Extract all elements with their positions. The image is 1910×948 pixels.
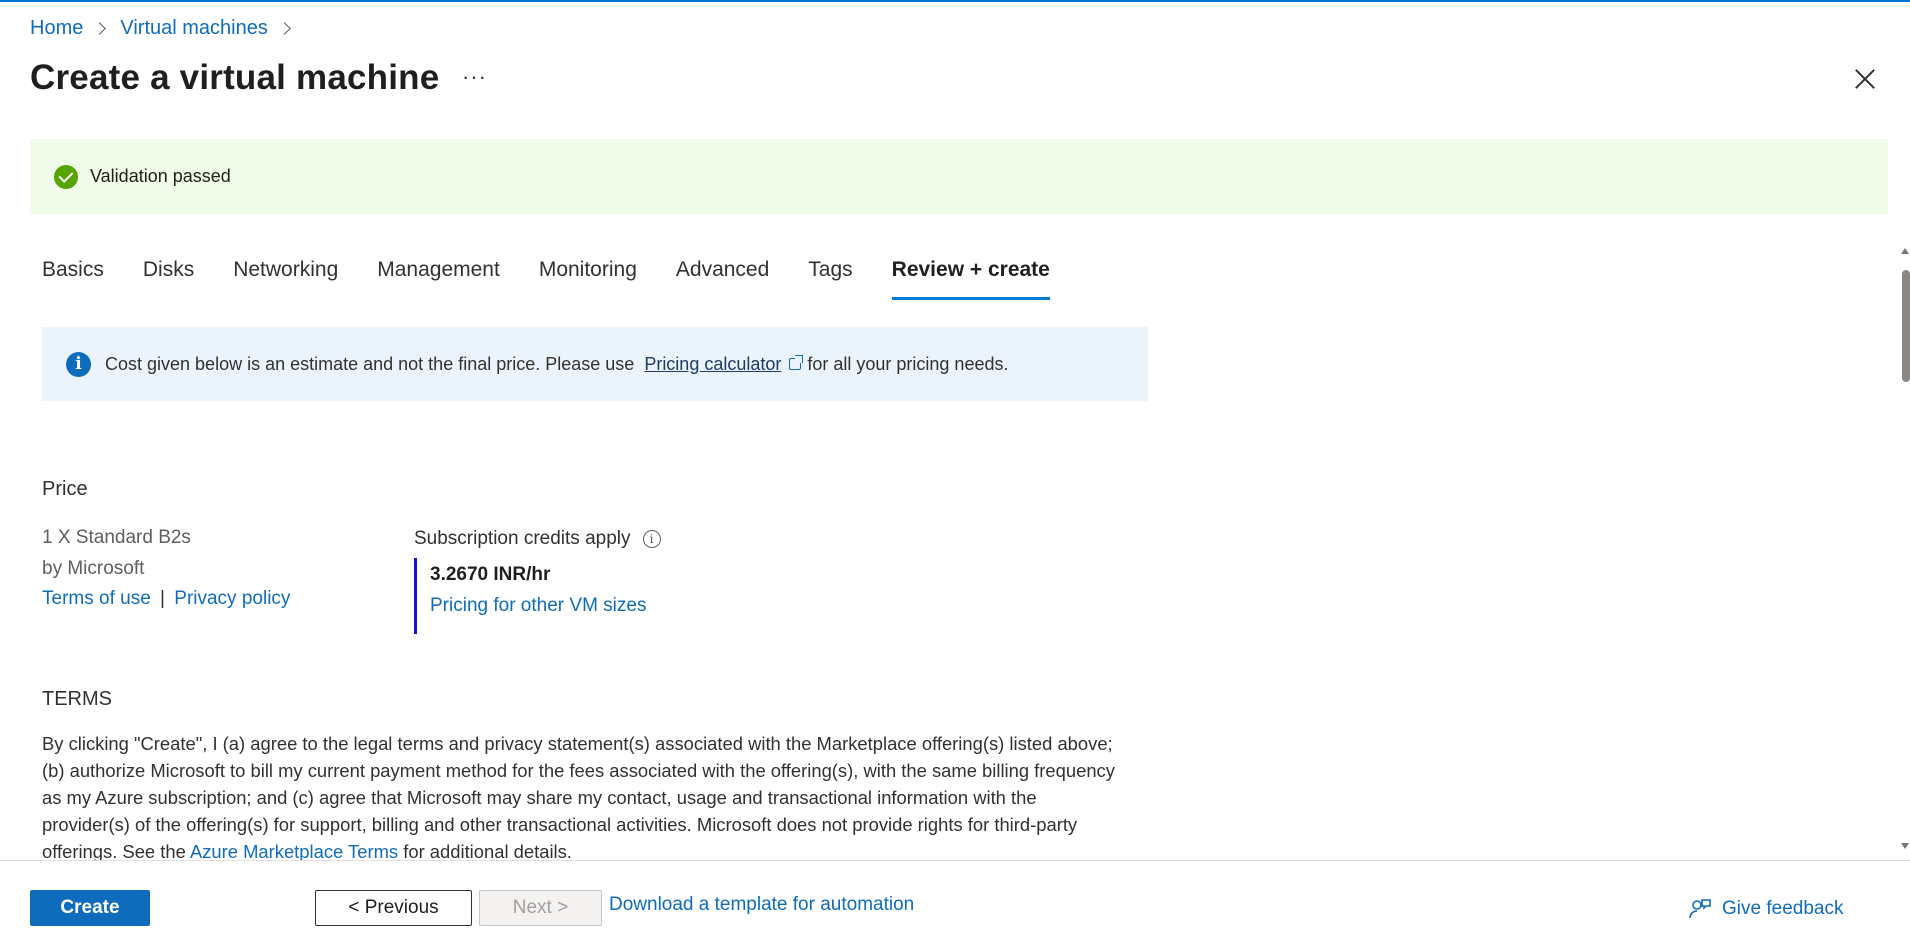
footer-divider: [0, 860, 1910, 861]
validation-banner: Validation passed: [30, 139, 1888, 214]
tab-management[interactable]: Management: [377, 258, 500, 298]
link-separator: |: [160, 588, 165, 609]
give-feedback-button[interactable]: Give feedback: [1688, 897, 1843, 921]
info-text: Cost given below is an estimate and not …: [105, 353, 635, 374]
chevron-right-icon: [277, 22, 291, 35]
other-vm-sizes-link[interactable]: Pricing for other VM sizes: [430, 595, 714, 617]
credits-label: Subscription credits apply: [414, 528, 631, 549]
terms-text: By clicking "Create", I (a) agree to the…: [42, 730, 1122, 860]
validation-message: Validation passed: [90, 166, 231, 186]
previous-button[interactable]: < Previous: [315, 890, 472, 926]
breadcrumb: Home Virtual machines: [30, 17, 305, 40]
chevron-right-icon: [93, 22, 107, 35]
tab-basics[interactable]: Basics: [42, 258, 104, 298]
check-circle-icon: [54, 164, 78, 189]
pricing-info-banner: i Cost given below is an estimate and no…: [42, 327, 1148, 401]
feedback-person-icon: [1689, 899, 1711, 919]
privacy-policy-link[interactable]: Privacy policy: [174, 588, 290, 609]
more-options-button[interactable]: ···: [462, 64, 487, 90]
external-link-icon: [789, 355, 804, 370]
tab-advanced[interactable]: Advanced: [676, 258, 769, 298]
tab-tags[interactable]: Tags: [808, 258, 852, 298]
tab-disks[interactable]: Disks: [143, 258, 194, 298]
breadcrumb-virtual-machines[interactable]: Virtual machines: [120, 17, 267, 40]
give-feedback-label[interactable]: Give feedback: [1722, 898, 1843, 920]
info-icon[interactable]: i: [642, 530, 661, 548]
scroll-down-arrow-icon[interactable]: [1901, 843, 1909, 849]
price-box: 3.2670 INR/hr Pricing for other VM sizes: [414, 558, 714, 634]
tab-monitoring[interactable]: Monitoring: [539, 258, 637, 298]
vm-sku: 1 X Standard B2s: [42, 527, 191, 548]
subscription-credits: Subscription credits apply i: [414, 528, 661, 550]
next-button[interactable]: Next >: [479, 890, 602, 926]
publisher: by Microsoft: [42, 558, 145, 579]
terms-heading: TERMS: [42, 688, 112, 710]
tab-review-create[interactable]: Review + create: [891, 258, 1051, 300]
terms-of-use-link[interactable]: Terms of use: [42, 588, 151, 609]
breadcrumb-home[interactable]: Home: [30, 17, 83, 40]
terms-tail: for additional details.: [403, 841, 572, 860]
top-accent-bar: [0, 0, 1910, 2]
close-icon[interactable]: [1852, 66, 1878, 92]
tab-bar: Basics Disks Networking Management Monit…: [42, 258, 1089, 300]
tab-networking[interactable]: Networking: [233, 258, 338, 298]
scrollbar-thumb[interactable]: [1902, 270, 1910, 382]
price-heading: Price: [42, 478, 88, 500]
create-button[interactable]: Create: [30, 890, 150, 926]
legal-links: Terms of use | Privacy policy: [42, 588, 290, 610]
hourly-rate: 3.2670 INR/hr: [430, 564, 551, 585]
page-title: Create a virtual machine: [30, 58, 440, 97]
pricing-calculator-link[interactable]: Pricing calculator: [644, 354, 781, 375]
scroll-up-arrow-icon[interactable]: [1901, 248, 1909, 254]
info-text-after: for all your pricing needs.: [807, 353, 1009, 374]
marketplace-terms-link[interactable]: Azure Marketplace Terms: [190, 841, 398, 860]
download-template-link[interactable]: Download a template for automation: [609, 894, 914, 916]
info-icon: i: [66, 351, 91, 377]
